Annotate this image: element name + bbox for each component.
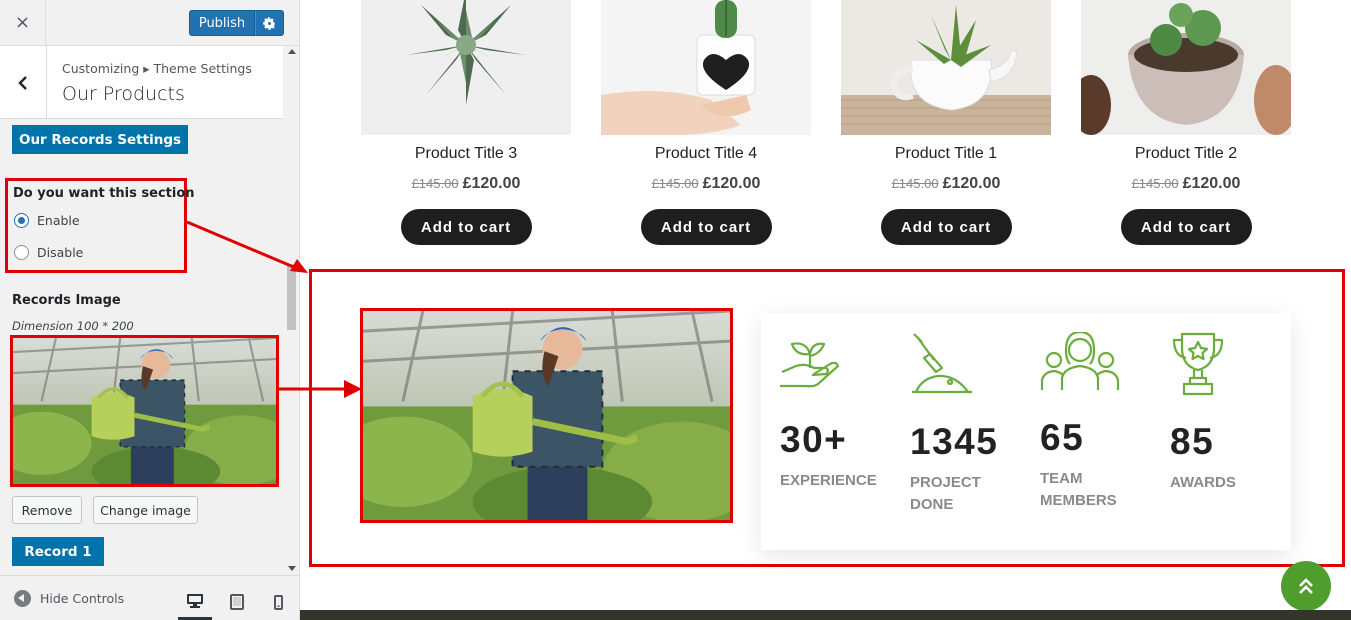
product-price: £145.00 £120.00 — [1081, 175, 1291, 195]
hand-sprout-icon — [780, 342, 840, 388]
sale-price: £120.00 — [942, 175, 1001, 192]
sale-price: £120.00 — [1182, 175, 1241, 192]
section-toggle-group: Do you want this section Enable Disable — [5, 178, 195, 273]
records-stats-card: 30+ EXPERIENCE 1345 PROJECT DONE 65 TEAM… — [761, 313, 1291, 550]
hide-controls-label: Hide Controls — [40, 591, 125, 606]
mobile-icon — [273, 594, 283, 610]
record-label: PROJECT DONE — [910, 474, 981, 513]
add-to-cart-button[interactable]: Add to cart — [640, 209, 772, 245]
tablet-icon — [230, 594, 244, 610]
product-price: £145.00 £120.00 — [601, 175, 811, 195]
trophy-icon — [1172, 332, 1224, 396]
cactus-heart-pot-photo — [601, 0, 811, 135]
product-image[interactable] — [361, 0, 571, 135]
product-card: Product Title 1 £145.00 £120.00 Add to ca… — [841, 0, 1051, 245]
product-card: Product Title 2 £145.00 £120.00 Add to ca… — [1081, 0, 1291, 245]
records-image-label: Records Image — [12, 293, 121, 308]
publish-settings-button[interactable] — [255, 10, 284, 36]
desktop-icon — [187, 593, 203, 608]
record-number: 85 — [1170, 421, 1215, 462]
breadcrumb: Customizing ▸ Theme Settings — [62, 61, 252, 76]
change-image-button[interactable]: Change image — [93, 496, 198, 524]
record-1-button[interactable]: Record 1 — [12, 537, 104, 566]
enable-radio-label: Enable — [37, 213, 80, 228]
succulent-photo — [361, 0, 571, 135]
site-preview: Product Title 3 £145.00 £120.00 Add to ca… — [300, 0, 1351, 620]
records-settings-button[interactable]: Our Records Settings — [12, 125, 188, 154]
records-section-image — [360, 308, 733, 523]
customizer-sidebar: × Publish Customizing ▸ Theme Settings O… — [0, 0, 300, 620]
back-button[interactable] — [0, 46, 47, 119]
product-image[interactable] — [601, 0, 811, 135]
disable-radio-label: Disable — [37, 245, 84, 260]
add-to-cart-button[interactable]: Add to cart — [880, 209, 1012, 245]
product-card: Product Title 3 £145.00 £120.00 Add to ca… — [361, 0, 571, 245]
scroll-to-top-button[interactable] — [1281, 561, 1331, 611]
product-title[interactable]: Product Title 4 — [601, 145, 811, 165]
cactus-bowl-photo — [1081, 0, 1291, 135]
sale-price: £120.00 — [462, 175, 521, 192]
record-label: TEAM MEMBERS — [1040, 470, 1117, 509]
old-price: £145.00 — [411, 176, 459, 191]
disable-radio-option[interactable]: Disable — [14, 245, 83, 260]
scroll-down-arrow-icon[interactable] — [288, 566, 296, 571]
shovel-icon — [912, 333, 972, 394]
section-toggle-title: Do you want this section — [13, 186, 195, 201]
sale-price: £120.00 — [702, 175, 761, 192]
product-price: £145.00 £120.00 — [361, 175, 571, 195]
disable-radio[interactable] — [14, 245, 29, 260]
publish-button[interactable]: Publish — [189, 10, 255, 36]
section-title: Our Products — [62, 83, 185, 105]
teapot-plant-photo — [841, 0, 1051, 135]
product-title[interactable]: Product Title 2 — [1081, 145, 1291, 165]
product-image[interactable] — [1081, 0, 1291, 135]
record-label: AWARDS — [1170, 474, 1236, 491]
gardener-photo — [363, 311, 730, 520]
close-icon: × — [14, 12, 31, 33]
double-chevron-up-icon — [1299, 578, 1313, 594]
enable-radio-option[interactable]: Enable — [14, 213, 80, 228]
section-header: Customizing ▸ Theme Settings Our Product… — [0, 46, 283, 119]
team-icon — [1040, 332, 1120, 390]
record-number: 1345 — [910, 421, 999, 462]
tablet-preview-button[interactable] — [220, 584, 254, 620]
gear-icon — [263, 16, 275, 30]
records-image-thumbnail[interactable] — [10, 335, 279, 487]
product-title[interactable]: Product Title 3 — [361, 145, 571, 165]
gardener-photo — [13, 338, 276, 484]
old-price: £145.00 — [651, 176, 699, 191]
old-price: £145.00 — [1131, 176, 1179, 191]
dimension-note: Dimension 100 * 200 — [12, 319, 134, 333]
enable-radio[interactable] — [14, 213, 29, 228]
close-customizer-button[interactable]: × — [0, 0, 46, 45]
record-number: 65 — [1040, 417, 1085, 458]
scroll-up-arrow-icon[interactable] — [288, 49, 296, 54]
remove-image-button[interactable]: Remove — [12, 496, 82, 524]
product-card: Product Title 4 £145.00 £120.00 Add to ca… — [601, 0, 811, 245]
old-price: £145.00 — [891, 176, 939, 191]
mobile-preview-button[interactable] — [261, 584, 295, 620]
hide-controls-button[interactable]: Hide Controls — [14, 590, 124, 607]
record-label: EXPERIENCE — [780, 472, 877, 489]
chevron-left-icon — [18, 75, 27, 90]
collapse-icon — [14, 590, 31, 607]
record-number: 30+ — [780, 419, 848, 460]
product-title[interactable]: Product Title 1 — [841, 145, 1051, 165]
sidebar-scrollbar[interactable] — [285, 46, 298, 574]
customizer-header: × Publish — [0, 0, 299, 46]
add-to-cart-button[interactable]: Add to cart — [1120, 209, 1252, 245]
footer-banner-edge — [300, 610, 1351, 620]
product-price: £145.00 £120.00 — [841, 175, 1051, 195]
add-to-cart-button[interactable]: Add to cart — [400, 209, 532, 245]
scrollbar-thumb[interactable] — [287, 264, 296, 330]
product-image[interactable] — [841, 0, 1051, 135]
customizer-footer: Hide Controls — [0, 575, 299, 620]
desktop-preview-button[interactable] — [178, 584, 212, 620]
